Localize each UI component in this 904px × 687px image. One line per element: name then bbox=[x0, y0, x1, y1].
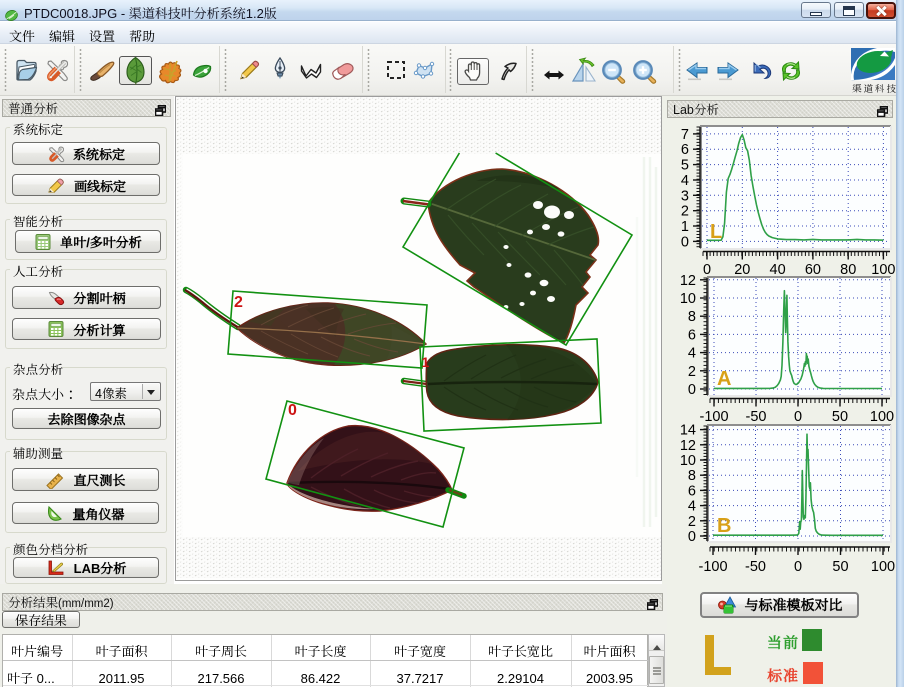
svg-text:0: 0 bbox=[688, 529, 696, 545]
svg-text:7: 7 bbox=[681, 127, 689, 143]
svg-text:-100: -100 bbox=[698, 559, 727, 575]
svg-text:12: 12 bbox=[680, 438, 696, 454]
svg-text:2: 2 bbox=[681, 204, 689, 220]
svg-text:2: 2 bbox=[688, 514, 696, 530]
svg-text:12: 12 bbox=[680, 273, 696, 289]
svg-text:0: 0 bbox=[681, 234, 689, 250]
svg-text:100: 100 bbox=[871, 559, 895, 575]
svg-text:8: 8 bbox=[688, 309, 696, 325]
svg-text:14: 14 bbox=[680, 423, 696, 439]
svg-text:B: B bbox=[717, 515, 731, 537]
svg-text:渠道科技: 渠道科技 bbox=[852, 81, 896, 94]
svg-text:2: 2 bbox=[234, 294, 243, 311]
svg-text:8: 8 bbox=[688, 468, 696, 484]
svg-text:4: 4 bbox=[681, 173, 689, 189]
svg-text:0: 0 bbox=[288, 402, 297, 419]
svg-text:0: 0 bbox=[688, 382, 696, 398]
svg-text:4: 4 bbox=[688, 499, 696, 515]
svg-text:10: 10 bbox=[680, 453, 696, 469]
svg-text:4: 4 bbox=[688, 346, 696, 362]
svg-text:1: 1 bbox=[422, 354, 430, 370]
svg-text:2: 2 bbox=[688, 364, 696, 380]
svg-text:-50: -50 bbox=[745, 559, 766, 575]
svg-text:1: 1 bbox=[681, 219, 689, 235]
svg-text:6: 6 bbox=[688, 327, 696, 343]
svg-text:3: 3 bbox=[681, 188, 689, 204]
svg-text:A: A bbox=[717, 368, 731, 390]
svg-text:L: L bbox=[710, 221, 722, 243]
svg-text:50: 50 bbox=[832, 559, 848, 575]
svg-text:0: 0 bbox=[794, 559, 802, 575]
svg-text:10: 10 bbox=[680, 291, 696, 307]
svg-text:6: 6 bbox=[681, 142, 689, 158]
svg-text:5: 5 bbox=[681, 158, 689, 174]
svg-text:6: 6 bbox=[688, 483, 696, 499]
